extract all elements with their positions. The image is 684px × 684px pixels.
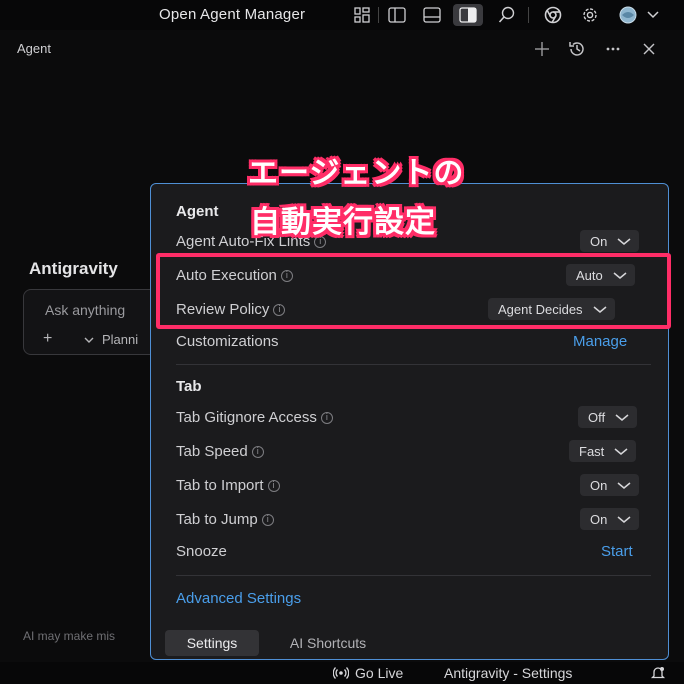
plus-icon[interactable]: [533, 40, 551, 58]
manage-link[interactable]: Manage: [573, 333, 627, 350]
open-agent-manager-button[interactable]: Open Agent Manager: [159, 6, 305, 23]
advanced-settings-link[interactable]: Advanced Settings: [176, 590, 301, 607]
agent-welcome-title: Antigravity: [29, 259, 118, 278]
status-bar: Go Live Antigravity - Settings: [0, 662, 684, 684]
tab-to-jump-label: Tab to Jump i: [176, 511, 274, 528]
chevron-down-icon: [617, 482, 631, 489]
tab-ai-shortcuts[interactable]: AI Shortcuts: [273, 630, 383, 656]
tab-speed-dropdown[interactable]: Fast: [569, 440, 637, 462]
tab-section-title: Tab: [176, 378, 202, 395]
go-live-button[interactable]: Go Live: [333, 665, 403, 681]
info-icon[interactable]: i: [320, 411, 333, 424]
snooze-start-link[interactable]: Start: [601, 543, 633, 560]
planning-mode-dropdown[interactable]: Planni: [84, 332, 138, 347]
tab-gitignore-access-label: Tab Gitignore Access i: [176, 409, 333, 426]
panel-bottom-icon[interactable]: [420, 4, 444, 26]
tab-speed-label: Tab Speed i: [176, 443, 264, 460]
section-divider: [176, 364, 651, 365]
info-icon[interactable]: i: [261, 513, 274, 526]
tab-gitignore-access-dropdown[interactable]: Off: [578, 406, 638, 428]
search-icon[interactable]: [495, 4, 519, 26]
notifications-bell-icon[interactable]: [650, 665, 666, 681]
chevron-down-icon: [617, 238, 631, 245]
tab-to-import-dropdown[interactable]: On: [580, 474, 640, 496]
annotation-line-2: 自動実行設定: [250, 205, 436, 240]
toolbar-divider: [528, 7, 529, 23]
add-context-button[interactable]: +: [43, 330, 52, 348]
sidebar-right-icon[interactable]: [453, 4, 483, 26]
tab-to-import-label: Tab to Import i: [176, 477, 280, 494]
ai-disclaimer: AI may make mis: [23, 629, 116, 643]
account-menu-button[interactable]: [615, 4, 663, 26]
more-options-icon[interactable]: [604, 40, 622, 58]
window-title-status[interactable]: Antigravity - Settings: [444, 665, 572, 681]
customizations-label: Customizations: [176, 333, 279, 350]
avatar-icon: [619, 6, 659, 24]
close-icon[interactable]: [640, 40, 658, 58]
go-live-label: Go Live: [355, 665, 404, 681]
section-divider: [176, 575, 651, 576]
chevron-down-icon: [614, 448, 628, 455]
snooze-label: Snooze: [176, 543, 227, 560]
info-icon[interactable]: i: [251, 445, 264, 458]
chrome-icon[interactable]: [541, 4, 565, 26]
tab-settings[interactable]: Settings: [165, 630, 259, 656]
chat-input-placeholder: Ask anything: [45, 302, 126, 318]
toolbar-divider: [378, 7, 379, 23]
info-icon[interactable]: i: [267, 479, 280, 492]
agent-panel-header: Agent: [0, 30, 684, 68]
agent-auto-fix-lints-dropdown[interactable]: On: [580, 230, 640, 252]
chevron-down-icon: [617, 516, 631, 523]
agent-panel-title: Agent: [17, 41, 51, 56]
tab-to-jump-dropdown[interactable]: On: [580, 508, 640, 530]
annotation-line-1: エージェントの: [248, 156, 465, 191]
agent-section-title: Agent: [176, 203, 219, 220]
gear-icon[interactable]: [578, 4, 602, 26]
planning-mode-label: Planni: [102, 332, 139, 347]
layout-grid-icon[interactable]: [350, 4, 374, 26]
history-icon[interactable]: [568, 40, 586, 58]
title-bar: Open Agent Manager: [0, 0, 684, 30]
chevron-down-icon: [615, 414, 629, 421]
broadcast-icon: [333, 667, 349, 679]
sidebar-left-icon[interactable]: [385, 4, 409, 26]
chevron-down-icon: [84, 337, 94, 343]
highlight-box: [156, 253, 671, 329]
